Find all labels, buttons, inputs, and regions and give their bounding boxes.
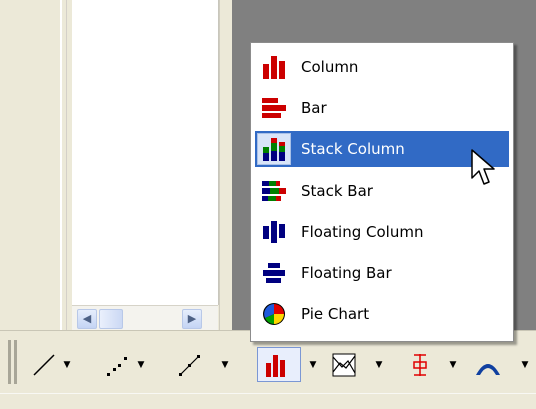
pie-chart-icon	[261, 302, 287, 326]
bar-chart-icon[interactable]	[262, 351, 290, 379]
stack-bar-chart-icon	[261, 179, 287, 203]
line-scatter-icon[interactable]	[176, 351, 204, 379]
menu-item-floating-bar[interactable]: Floating Bar	[255, 255, 509, 291]
menu-item-pie-chart[interactable]: Pie Chart	[255, 296, 509, 332]
chevron-down-icon[interactable]: ▼	[134, 351, 148, 379]
menu-item-label: Floating Bar	[301, 264, 392, 282]
chart-type-menu: Column Bar Stack Column Stack Bar Floati…	[250, 42, 514, 342]
toolbar-grip[interactable]	[8, 340, 11, 384]
status-strip	[0, 393, 536, 409]
menu-item-label: Stack Bar	[301, 182, 373, 200]
column-chart-icon	[261, 55, 287, 79]
scatter-icon[interactable]	[104, 351, 132, 379]
window-divider	[60, 0, 62, 330]
curve-icon[interactable]	[474, 351, 502, 379]
menu-item-label: Column	[301, 58, 359, 76]
window-divider	[66, 0, 67, 330]
scroll-thumb[interactable]	[99, 309, 123, 329]
menu-item-label: Pie Chart	[301, 305, 370, 323]
scroll-left-button[interactable]: ◀	[77, 309, 97, 329]
menu-item-label: Stack Column	[301, 140, 405, 158]
chevron-down-icon[interactable]: ▼	[306, 351, 320, 379]
bar-chart-icon	[261, 96, 287, 120]
chevron-down-icon[interactable]: ▼	[218, 351, 232, 379]
stack-column-chart-icon	[261, 137, 287, 161]
menu-item-label: Floating Column	[301, 223, 424, 241]
menu-item-column[interactable]: Column	[255, 49, 509, 85]
window-edge	[0, 0, 60, 330]
floating-bar-chart-icon	[261, 261, 287, 285]
document-pane	[72, 0, 219, 305]
chevron-down-icon[interactable]: ▼	[372, 351, 386, 379]
floating-column-chart-icon	[261, 220, 287, 244]
menu-item-floating-column[interactable]: Floating Column	[255, 214, 509, 250]
line-icon[interactable]	[30, 351, 58, 379]
pane-splitter[interactable]	[219, 0, 232, 330]
chevron-down-icon[interactable]: ▼	[446, 351, 460, 379]
chevron-down-icon[interactable]: ▼	[60, 351, 74, 379]
menu-item-bar[interactable]: Bar	[255, 90, 509, 126]
toolbar-grip[interactable]	[14, 340, 17, 384]
area-chart-icon[interactable]	[330, 351, 358, 379]
menu-item-label: Bar	[301, 99, 327, 117]
scroll-right-button[interactable]: ▶	[182, 309, 202, 329]
chevron-down-icon[interactable]: ▼	[518, 351, 532, 379]
horizontal-scrollbar[interactable]: ◀ ▶	[72, 305, 218, 330]
mouse-pointer-icon	[470, 148, 498, 190]
error-bar-icon[interactable]	[406, 351, 434, 379]
